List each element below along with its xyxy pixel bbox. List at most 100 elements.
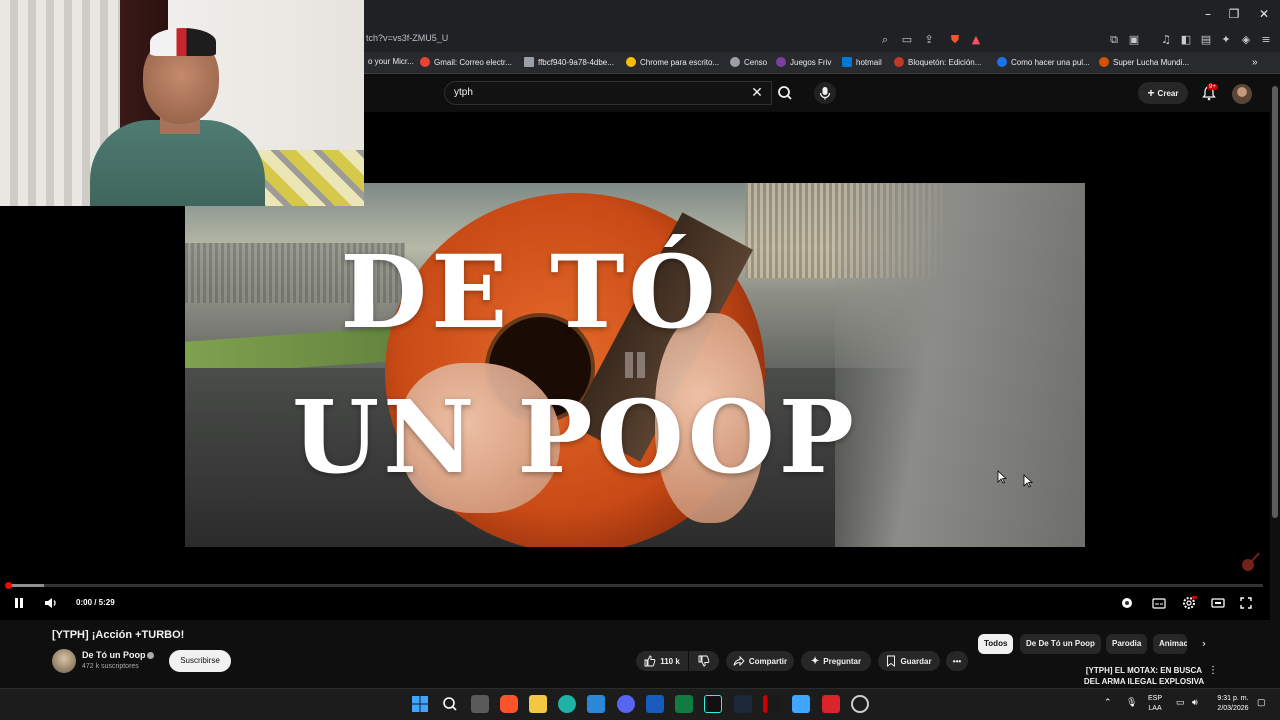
task-view-icon[interactable] [471,695,489,713]
pause-icon [15,598,23,608]
app-icon[interactable] [851,695,869,713]
bookmark-item[interactable]: ffbcf940-9a78-4dbe... [524,57,614,67]
save-button[interactable]: Guardar [878,651,940,671]
photos-icon[interactable] [792,695,810,713]
ask-button[interactable]: ✦ Preguntar [801,651,871,671]
bookmark-item[interactable]: Super Lucha Mundi... [1099,57,1189,67]
dislike-button[interactable] [689,651,719,671]
brave-rewards-icon[interactable]: ▲ [968,32,984,48]
search-icon [778,86,792,100]
brave-browser-icon[interactable] [500,695,518,713]
channel-avatar[interactable] [52,649,76,673]
close-window-icon[interactable]: ✕ [1252,4,1276,24]
bookmark-item[interactable]: hotmail [842,57,882,67]
steam-icon[interactable] [734,695,752,713]
zoom-icon[interactable]: ⌕ [877,32,893,48]
microphone-tray-icon[interactable]: 🎙︎ [1126,697,1137,708]
channel-name[interactable]: De Tó un Poop [82,650,146,660]
cast-icon[interactable]: ▭ [899,32,915,48]
excel-icon[interactable] [675,695,693,713]
scrubber-handle[interactable] [5,582,12,589]
app-icon[interactable] [763,695,781,713]
network-icon[interactable]: ▭ [1176,697,1185,708]
chevron-right-icon[interactable]: › [1196,636,1212,652]
bookmark-item[interactable]: Bloquetón: Edición... [894,57,981,67]
recommended-video-title[interactable]: [YTPH] EL MOTAX: EN BUSCA DEL ARMA ILEGA… [1078,665,1210,687]
volume-icon [45,598,56,608]
globe-icon [730,57,740,67]
input-language[interactable]: ESP LAA [1148,694,1162,714]
discord-icon[interactable] [617,695,635,713]
search-query[interactable]: ytph [454,87,473,98]
clear-search-icon[interactable]: ✕ [748,84,766,102]
microphone-icon [819,87,831,100]
more-actions-button[interactable]: ••• [946,651,968,671]
restore-icon[interactable]: ❐ [1222,4,1246,24]
chrome-icon [626,57,636,67]
chip-parody[interactable]: Parodia [1106,634,1148,654]
autoplay-toggle[interactable] [1119,595,1135,611]
speaker-icon[interactable]: 🔊︎ [1192,697,1198,708]
search-taskbar-icon[interactable] [441,695,459,713]
share-button[interactable]: Compartir [726,651,794,671]
url-text[interactable]: tch?v=vs3f-ZMU5_U [366,33,448,43]
account-avatar[interactable] [1232,84,1252,104]
notification-center-icon[interactable]: ▢ [1257,697,1266,708]
progress-bar[interactable] [8,584,1263,587]
chip-channel[interactable]: De De Tó un Poop [1020,634,1101,654]
extensions-icon[interactable]: ⧉ [1106,32,1122,48]
like-button[interactable]: 110 k [636,651,688,671]
chip-all[interactable]: Todos [978,634,1014,654]
media-icon[interactable]: ♫ [1158,32,1174,48]
edge-icon[interactable] [558,695,576,713]
vpn-icon[interactable]: ◈ [1238,32,1254,48]
menu-icon[interactable]: ≡ [1258,32,1274,48]
pdf-icon[interactable] [822,695,840,713]
subscribe-button[interactable]: Suscribirse [169,650,231,672]
friv-icon [776,57,786,67]
buffered-bar [8,584,44,587]
settings-button[interactable] [1181,595,1197,611]
sidebar-icon[interactable]: ◧ [1178,32,1194,48]
voice-search-button[interactable] [814,82,836,104]
share-page-icon[interactable]: ⇪ [921,32,937,48]
bookmark-item[interactable]: Chrome para escrito... [626,57,719,67]
tiktok-icon[interactable] [704,695,722,713]
bookmark-item[interactable]: Como hacer una pul... [997,57,1090,67]
time-display: 0:00 / 5:29 [76,598,115,607]
bookmark-item[interactable]: Censo [730,57,767,67]
create-button[interactable]: + Crear [1138,82,1188,104]
screenshot-icon[interactable]: ▣ [1126,32,1142,48]
subtitles-button[interactable] [1151,595,1167,611]
brave-shield-icon[interactable]: ⛊ [947,32,963,48]
bookmark-item[interactable]: o your Micr... [368,57,414,66]
volume-button[interactable] [43,595,59,611]
language-code: ESP [1148,695,1163,702]
store-icon[interactable] [587,695,605,713]
save-label: Guardar [900,656,932,666]
video-overlay-title: DE TÓ [340,233,720,351]
bookmark-item[interactable]: Gmail: Correo electr... [420,57,512,67]
wallet-icon[interactable]: ▤ [1198,32,1214,48]
chevron-up-icon[interactable]: ⌃ [1104,697,1112,708]
theater-mode-button[interactable] [1210,595,1226,611]
pause-button[interactable] [11,595,27,611]
chip-animation[interactable]: Animac [1153,634,1187,654]
verified-icon [147,652,154,659]
clock[interactable]: 9:31 p. m. 2/03/2026 [1212,694,1254,714]
minimize-icon[interactable]: – [1196,4,1220,24]
more-bookmarks-icon[interactable]: » [1252,57,1258,68]
windows-start-icon[interactable] [411,695,429,713]
scrollbar-thumb[interactable] [1272,86,1278,518]
channel-watermark-icon[interactable] [1238,550,1262,574]
pause-overlay-icon [625,352,647,378]
more-vertical-icon[interactable]: ⋮ [1208,665,1218,679]
fullscreen-button[interactable] [1238,595,1254,611]
leo-ai-icon[interactable]: ✦ [1218,32,1234,48]
search-button[interactable] [772,81,798,105]
search-input[interactable] [444,81,772,105]
video-overlay-title: UN POOP [291,378,859,496]
file-explorer-icon[interactable] [529,695,547,713]
word-icon[interactable] [646,695,664,713]
bookmark-item[interactable]: Juegos Friv [776,57,831,67]
